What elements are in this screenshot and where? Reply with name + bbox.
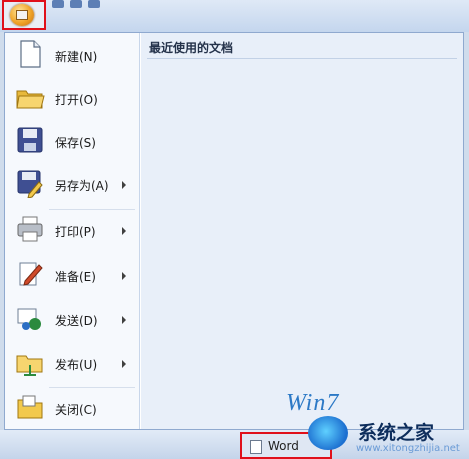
menu-item-print[interactable]: 打印(P): [5, 210, 139, 252]
divider: [147, 58, 457, 59]
menu-item-publish[interactable]: 发布(U): [5, 343, 139, 385]
prepare-icon: [19, 262, 43, 286]
save-icon[interactable]: [52, 0, 64, 8]
menu-item-label: 保存(S): [55, 136, 96, 150]
send-icon: [17, 308, 41, 330]
menu-item-label: 关闭(C): [55, 403, 97, 417]
recent-documents-title: 最近使用的文档: [149, 41, 234, 55]
close-folder-icon: [17, 395, 43, 419]
menu-item-close[interactable]: 关闭(C): [5, 388, 139, 430]
office-logo-icon: [10, 4, 34, 26]
watermark-brand: 系统之家: [358, 422, 435, 444]
menu-item-open[interactable]: 打开(O): [5, 78, 139, 120]
menu-item-prepare[interactable]: 准备(E): [5, 255, 139, 297]
submenu-arrow-icon: [122, 316, 126, 324]
submenu-arrow-icon: [122, 272, 126, 280]
watermark-win-text: Win7: [286, 390, 340, 416]
menu-item-label: 新建(N): [55, 50, 98, 64]
print-icon: [17, 216, 43, 242]
menu-item-label: 发送(D): [55, 314, 98, 328]
save-as-icon: [17, 170, 43, 198]
menu-item-label: 打开(O): [55, 93, 98, 107]
save-icon: [17, 127, 43, 153]
submenu-arrow-icon: [122, 227, 126, 235]
redo-icon[interactable]: [88, 0, 100, 8]
watermark-logo-icon: [308, 416, 348, 450]
title-bar: [0, 0, 469, 32]
word-doc-icon: [250, 440, 262, 454]
menu-item-save[interactable]: 保存(S): [5, 121, 139, 163]
undo-icon[interactable]: [70, 0, 82, 8]
open-folder-icon: [16, 90, 45, 109]
publish-icon: [16, 355, 43, 376]
watermark-url: www.xitongzhijia.net: [356, 443, 460, 454]
menu-item-send[interactable]: 发送(D): [5, 299, 139, 341]
office-menu-commands: 新建(N) 打开(O) 保存(S) 另存为(A) 打印(P) 准备(E) 发送(…: [5, 33, 140, 429]
menu-item-label: 发布(U): [55, 358, 98, 372]
recent-documents-panel: 最近使用的文档: [141, 33, 463, 429]
watermark: Win7 系统之家 www.xitongzhijia.net: [286, 388, 469, 459]
submenu-arrow-icon: [122, 360, 126, 368]
menu-item-new[interactable]: 新建(N): [5, 35, 139, 77]
menu-item-label: 准备(E): [55, 270, 96, 284]
office-button[interactable]: [2, 0, 46, 30]
new-doc-icon: [20, 40, 41, 68]
menu-item-label: 另存为(A): [55, 179, 109, 193]
quick-access-toolbar: [52, 0, 100, 10]
menu-item-label: 打印(P): [55, 225, 96, 239]
office-menu: 新建(N) 打开(O) 保存(S) 另存为(A) 打印(P) 准备(E) 发送(…: [4, 32, 464, 430]
menu-item-save-as[interactable]: 另存为(A): [5, 164, 139, 206]
submenu-arrow-icon: [122, 181, 126, 189]
